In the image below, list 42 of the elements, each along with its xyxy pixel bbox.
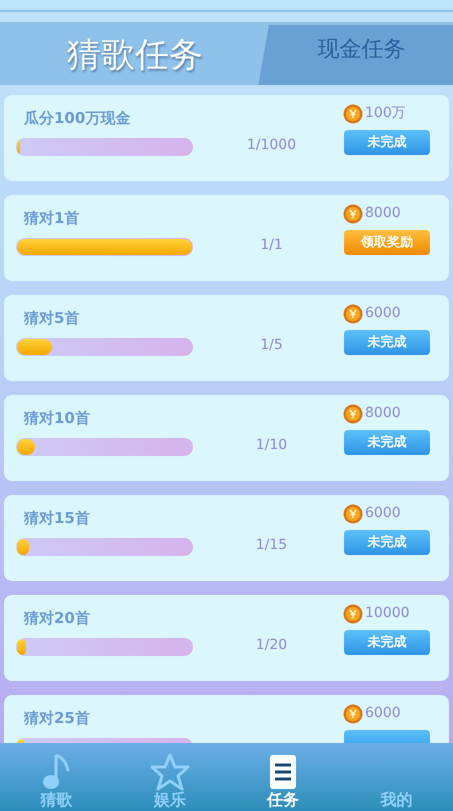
header-tab[interactable]: 现金任务 — [270, 25, 453, 85]
coin-icon — [343, 504, 363, 524]
coin-icon — [343, 404, 363, 424]
progress-count: 1/15 — [256, 536, 288, 555]
coin-icon — [343, 304, 363, 324]
progress-count: 1/5 — [260, 336, 283, 355]
reward-amount: 6000 — [365, 304, 401, 323]
claim-reward-button[interactable]: 领取奖励 — [344, 230, 430, 255]
reward-amount: 10000 — [365, 604, 410, 623]
reward-amount: 8000 — [365, 404, 401, 423]
progress-count: 1/1 — [260, 236, 283, 255]
music-note-icon — [42, 751, 72, 791]
progress-count: 1/20 — [256, 636, 288, 655]
status-button[interactable]: 未完成 — [344, 330, 430, 355]
list-icon — [268, 753, 298, 791]
task-title: 猜对5首 — [22, 308, 80, 329]
coin-icon — [343, 104, 363, 124]
coin-icon — [343, 604, 363, 624]
task-title: 猜对10首 — [22, 408, 91, 429]
task-title: 猜对15首 — [22, 508, 91, 529]
reward-amount: 6000 — [365, 704, 401, 723]
reward-amount: 8000 — [365, 204, 401, 223]
task-title: 猜对1首 — [22, 208, 80, 229]
progress-count: 1/1000 — [246, 136, 296, 155]
status-button[interactable]: 未完成 — [344, 130, 430, 155]
coin-icon — [343, 204, 363, 224]
tab-bar-item[interactable]: 我的 — [340, 743, 453, 811]
status-button[interactable]: 未完成 — [344, 430, 430, 455]
star-icon — [150, 753, 190, 791]
tab-bar-item[interactable]: 猜歌 — [0, 743, 114, 811]
task-title: 瓜分100万现金 — [22, 108, 132, 129]
task-title: 猜对20首 — [22, 608, 91, 629]
progress-count: 1/10 — [256, 436, 288, 455]
coin-icon — [343, 704, 363, 724]
tab-bar-item[interactable]: 娱乐 — [113, 743, 226, 811]
status-button[interactable]: 未完成 — [344, 530, 430, 555]
reward-amount: 100万 — [365, 104, 406, 123]
header-tab[interactable]: 猜歌任务 — [0, 25, 270, 85]
reward-amount: 6000 — [365, 504, 401, 523]
status-button[interactable]: 未完成 — [344, 630, 430, 655]
tab-bar-item[interactable]: 任务 — [226, 743, 340, 811]
task-title: 猜对25首 — [22, 708, 91, 729]
